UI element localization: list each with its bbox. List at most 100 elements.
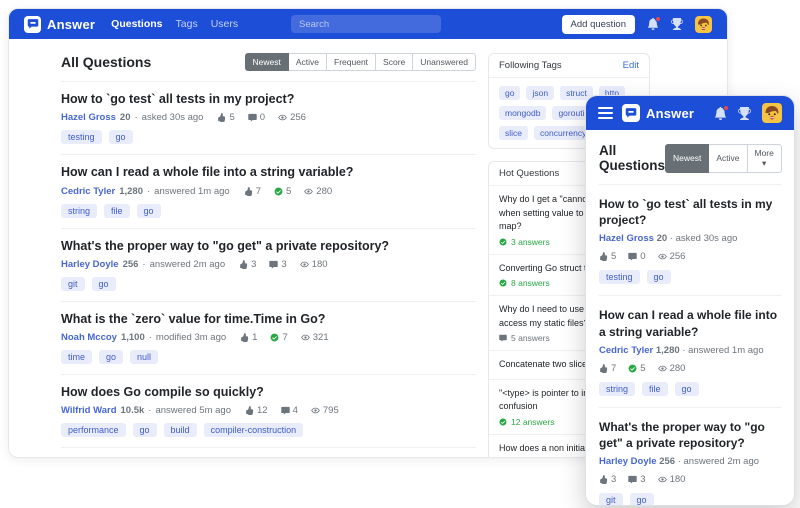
nav-item-tags[interactable]: Tags <box>176 18 198 30</box>
answer-logo-icon <box>622 104 640 122</box>
tag-pill[interactable]: testing <box>599 270 640 285</box>
achievements-button[interactable] <box>738 106 751 120</box>
author-link[interactable]: Noah Mccoy <box>61 332 117 343</box>
desktop-header: Answer Questions Tags Users Add question <box>9 9 727 39</box>
question-title[interactable]: How can I read a whole file into a strin… <box>61 164 476 180</box>
nav-item-users[interactable]: Users <box>211 18 238 30</box>
questions-column: All Questions Newest Active Frequent Score U… <box>61 53 476 458</box>
achievements-button[interactable] <box>671 18 683 30</box>
eye-icon <box>304 188 314 194</box>
question-title[interactable]: How does Go update third-party packages? <box>61 457 476 458</box>
filter-newest[interactable]: Newest <box>244 53 289 71</box>
question-title[interactable]: How does Go compile so quickly? <box>61 384 476 400</box>
views-stat: 280 <box>304 186 332 197</box>
question-title[interactable]: How can I read a whole file into a strin… <box>599 307 781 339</box>
tag-pill[interactable]: go <box>108 130 133 145</box>
tag-pill[interactable]: performance <box>61 423 126 438</box>
accepted-icon <box>628 364 637 373</box>
author-link[interactable]: Wilfrid Ward <box>61 405 117 416</box>
question-title[interactable]: What's the proper way to "go get" a priv… <box>599 419 781 451</box>
tag-pill[interactable]: json <box>526 86 555 100</box>
filter-unanswered[interactable]: Unanswered <box>412 53 476 71</box>
answers-count: 7 <box>282 332 288 343</box>
notifications-button[interactable] <box>647 16 661 30</box>
main-nav: Questions Tags Users <box>111 18 238 30</box>
question-title[interactable]: How to `go test` all tests in my project… <box>61 91 476 107</box>
filter-active[interactable]: Active <box>287 53 328 71</box>
trophy-icon <box>671 18 683 30</box>
author-link[interactable]: Hazel Gross <box>599 233 654 244</box>
question-title[interactable]: What's the proper way to "go get" a priv… <box>61 238 476 254</box>
notifications-button[interactable] <box>714 104 729 120</box>
views-count: 280 <box>669 362 686 374</box>
thumbs-up-icon <box>244 186 252 196</box>
edit-tags-link[interactable]: Edit <box>623 60 639 71</box>
answers-label: 8 answers <box>511 278 550 288</box>
tag-pill[interactable]: go <box>136 203 161 218</box>
tag-pill[interactable]: null <box>130 350 159 364</box>
tag-pill[interactable]: go <box>99 350 124 364</box>
filter-frequent[interactable]: Frequent <box>326 53 377 71</box>
author-reputation: 1,280 <box>655 344 680 356</box>
nav-item-questions[interactable]: Questions <box>111 18 162 30</box>
eye-icon <box>657 254 667 260</box>
views-count: 256 <box>669 251 686 263</box>
tag-pill[interactable]: compiler-construction <box>203 423 304 438</box>
answers-label: 5 answers <box>511 333 550 343</box>
question-title[interactable]: What is the `zero` value for time.Time i… <box>61 311 476 327</box>
tag-pill[interactable]: go <box>499 86 521 100</box>
tag-pill[interactable]: go <box>132 423 157 438</box>
question-time: answered 5m ago <box>155 405 231 417</box>
tag-pill[interactable]: mongodb <box>499 106 547 120</box>
eye-icon <box>657 476 667 483</box>
author-link[interactable]: Hazel Gross <box>61 112 116 123</box>
menu-button[interactable] <box>598 107 613 119</box>
search-input[interactable] <box>291 15 441 33</box>
notification-dot <box>723 104 729 111</box>
tag-pill[interactable]: git <box>599 493 623 505</box>
author-reputation: 256 <box>659 456 676 468</box>
answers-stat: 3 <box>628 474 646 485</box>
avatar[interactable] <box>695 15 712 33</box>
tag-pill[interactable]: concurrency <box>534 126 593 140</box>
thumbs-up-icon <box>600 475 608 485</box>
author-link[interactable]: Cedric Tyler <box>61 186 115 197</box>
page-title: All Questions <box>599 143 666 173</box>
question-meta: Cedric Tyler 1,280 · answered 1m ago 7 5… <box>61 186 476 197</box>
author-link[interactable]: Harley Doyle <box>61 259 119 270</box>
tag-pill[interactable]: testing <box>61 130 102 145</box>
brand-logo[interactable]: Answer <box>622 104 694 122</box>
tag-pill[interactable]: build <box>163 423 197 438</box>
add-question-button[interactable]: Add question <box>561 14 635 34</box>
hot-questions-title: Hot Questions <box>499 168 560 179</box>
tag-pill[interactable]: go <box>674 381 699 396</box>
tag-pill[interactable]: time <box>61 350 93 364</box>
author-link[interactable]: Harley Doyle <box>599 456 657 467</box>
author-reputation: 256 <box>122 258 139 270</box>
tag-pill[interactable]: file <box>642 381 668 396</box>
avatar-face-icon <box>695 15 712 33</box>
filter-group: Newest Active Frequent Score Unanswered <box>244 53 476 71</box>
tag-pill[interactable]: go <box>646 270 671 285</box>
views-stat: 280 <box>657 362 686 374</box>
comment-icon <box>248 114 257 122</box>
author-link[interactable]: Cedric Tyler <box>599 345 653 356</box>
page-title: All Questions <box>61 54 152 70</box>
tag-pill[interactable]: string <box>61 203 98 218</box>
filter-active[interactable]: Active <box>708 143 748 173</box>
filter-more[interactable]: More ▾ <box>746 143 782 173</box>
tag-pill[interactable]: string <box>599 381 636 396</box>
answers-stat: 5 <box>274 186 291 197</box>
views-stat: 256 <box>278 112 306 123</box>
tag-pill[interactable]: go <box>629 493 654 505</box>
avatar[interactable] <box>762 103 782 123</box>
brand-logo[interactable]: Answer <box>24 15 95 33</box>
tag-pill[interactable]: file <box>104 203 130 218</box>
tag-pill[interactable]: slice <box>499 126 529 140</box>
tag-pill[interactable]: git <box>61 276 85 291</box>
filter-score[interactable]: Score <box>375 53 414 71</box>
filter-newest[interactable]: Newest <box>665 143 710 173</box>
tag-pill[interactable]: go <box>91 276 116 291</box>
eye-icon <box>300 334 310 341</box>
question-title[interactable]: How to `go test` all tests in my project… <box>599 196 781 228</box>
